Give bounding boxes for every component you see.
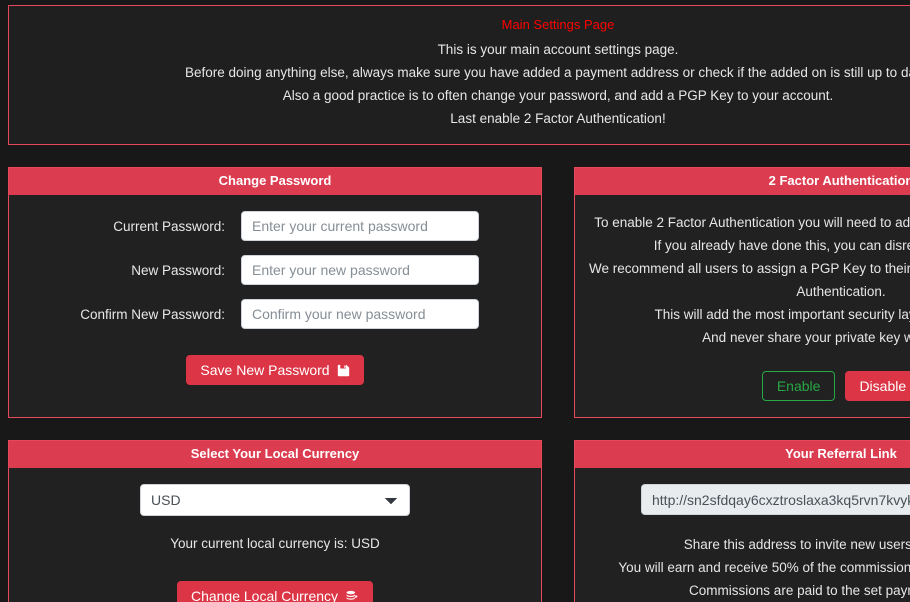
currency-select[interactable]: USDEURGBPAUDCAD	[140, 484, 410, 516]
change-password-card: Change Password Current Password: New Pa…	[8, 167, 542, 418]
current-password-row: Current Password:	[23, 211, 527, 241]
referral-link-input[interactable]	[641, 484, 910, 515]
save-password-row: Save New Password	[23, 355, 527, 385]
main-settings-banner: Main Settings Page This is your main acc…	[8, 5, 910, 145]
current-currency-text: Your current local currency is: USD	[170, 536, 380, 551]
save-new-password-button[interactable]: Save New Password	[186, 355, 364, 385]
referral-link-card: Your Referral Link Share this address to…	[574, 440, 910, 602]
settings-row-bottom: Select Your Local Currency USDEURGBPAUDC…	[0, 440, 910, 602]
confirm-password-label: Confirm New Password:	[80, 306, 225, 322]
referral-line-3: Commissions are paid to the set payment …	[689, 583, 910, 598]
settings-page: Main Settings Page This is your main acc…	[0, 5, 910, 602]
change-password-header: Change Password	[9, 168, 541, 195]
change-password-body: Current Password: New Password: Confirm …	[9, 195, 541, 417]
confirm-password-row: Confirm New Password:	[23, 299, 527, 329]
confirm-password-input[interactable]	[241, 299, 479, 329]
change-currency-row: Change Local Currency	[23, 581, 527, 602]
local-currency-header: Select Your Local Currency	[9, 441, 541, 468]
new-password-row: New Password:	[23, 255, 527, 285]
currency-select-wrap: USDEURGBPAUDCAD	[23, 484, 527, 516]
local-currency-body: USDEURGBPAUDCAD Your current local curre…	[9, 468, 541, 602]
enable-2fa-button[interactable]: Enable	[761, 371, 836, 401]
new-password-label: New Password:	[131, 262, 225, 278]
current-password-label: Current Password:	[113, 218, 225, 234]
two-factor-line-2: If you already have done this, you can d…	[653, 238, 910, 253]
page-title: Main Settings Page	[501, 17, 615, 32]
current-password-input[interactable]	[241, 211, 479, 241]
disable-2fa-label: Disable	[859, 378, 907, 394]
disable-2fa-button[interactable]: Disable	[845, 371, 910, 401]
referral-input-wrap	[589, 484, 910, 515]
two-factor-button-row: Enable Disable	[589, 371, 910, 401]
two-factor-line-3: We recommend all users to assign a PGP K…	[589, 261, 910, 276]
new-password-input[interactable]	[241, 255, 479, 285]
change-local-currency-button[interactable]: Change Local Currency	[176, 581, 374, 602]
save-new-password-label: Save New Password	[200, 362, 330, 378]
two-factor-header: 2 Factor Authentication	[575, 168, 910, 195]
two-factor-line-6: And never share your private key with an…	[702, 330, 910, 345]
enable-2fa-label: Enable	[776, 378, 821, 394]
two-factor-body: To enable 2 Factor Authentication you wi…	[575, 195, 910, 417]
referral-line-2: You will earn and receive 50% of the com…	[618, 560, 910, 575]
banner-line-2: Before doing anything else, always make …	[185, 65, 910, 80]
settings-row-top: Change Password Current Password: New Pa…	[0, 167, 910, 418]
banner-line-4: Last enable 2 Factor Authentication!	[450, 111, 666, 126]
two-factor-line-1: To enable 2 Factor Authentication you wi…	[594, 215, 910, 230]
referral-link-header: Your Referral Link	[575, 441, 910, 468]
banner-line-1: This is your main account settings page.	[437, 42, 679, 57]
referral-link-body: Share this address to invite new users t…	[575, 468, 910, 602]
change-local-currency-label: Change Local Currency	[190, 588, 339, 602]
coins-icon	[345, 590, 359, 602]
two-factor-line-5: This will add the most important securit…	[654, 307, 910, 322]
referral-line-1: Share this address to invite new users t…	[683, 537, 910, 552]
two-factor-card: 2 Factor Authentication To enable 2 Fact…	[574, 167, 910, 418]
floppy-disk-icon	[337, 364, 350, 377]
two-factor-line-4: Authentication.	[796, 284, 886, 299]
banner-line-3: Also a good practice is to often change …	[282, 88, 834, 103]
local-currency-card: Select Your Local Currency USDEURGBPAUDC…	[8, 440, 542, 602]
